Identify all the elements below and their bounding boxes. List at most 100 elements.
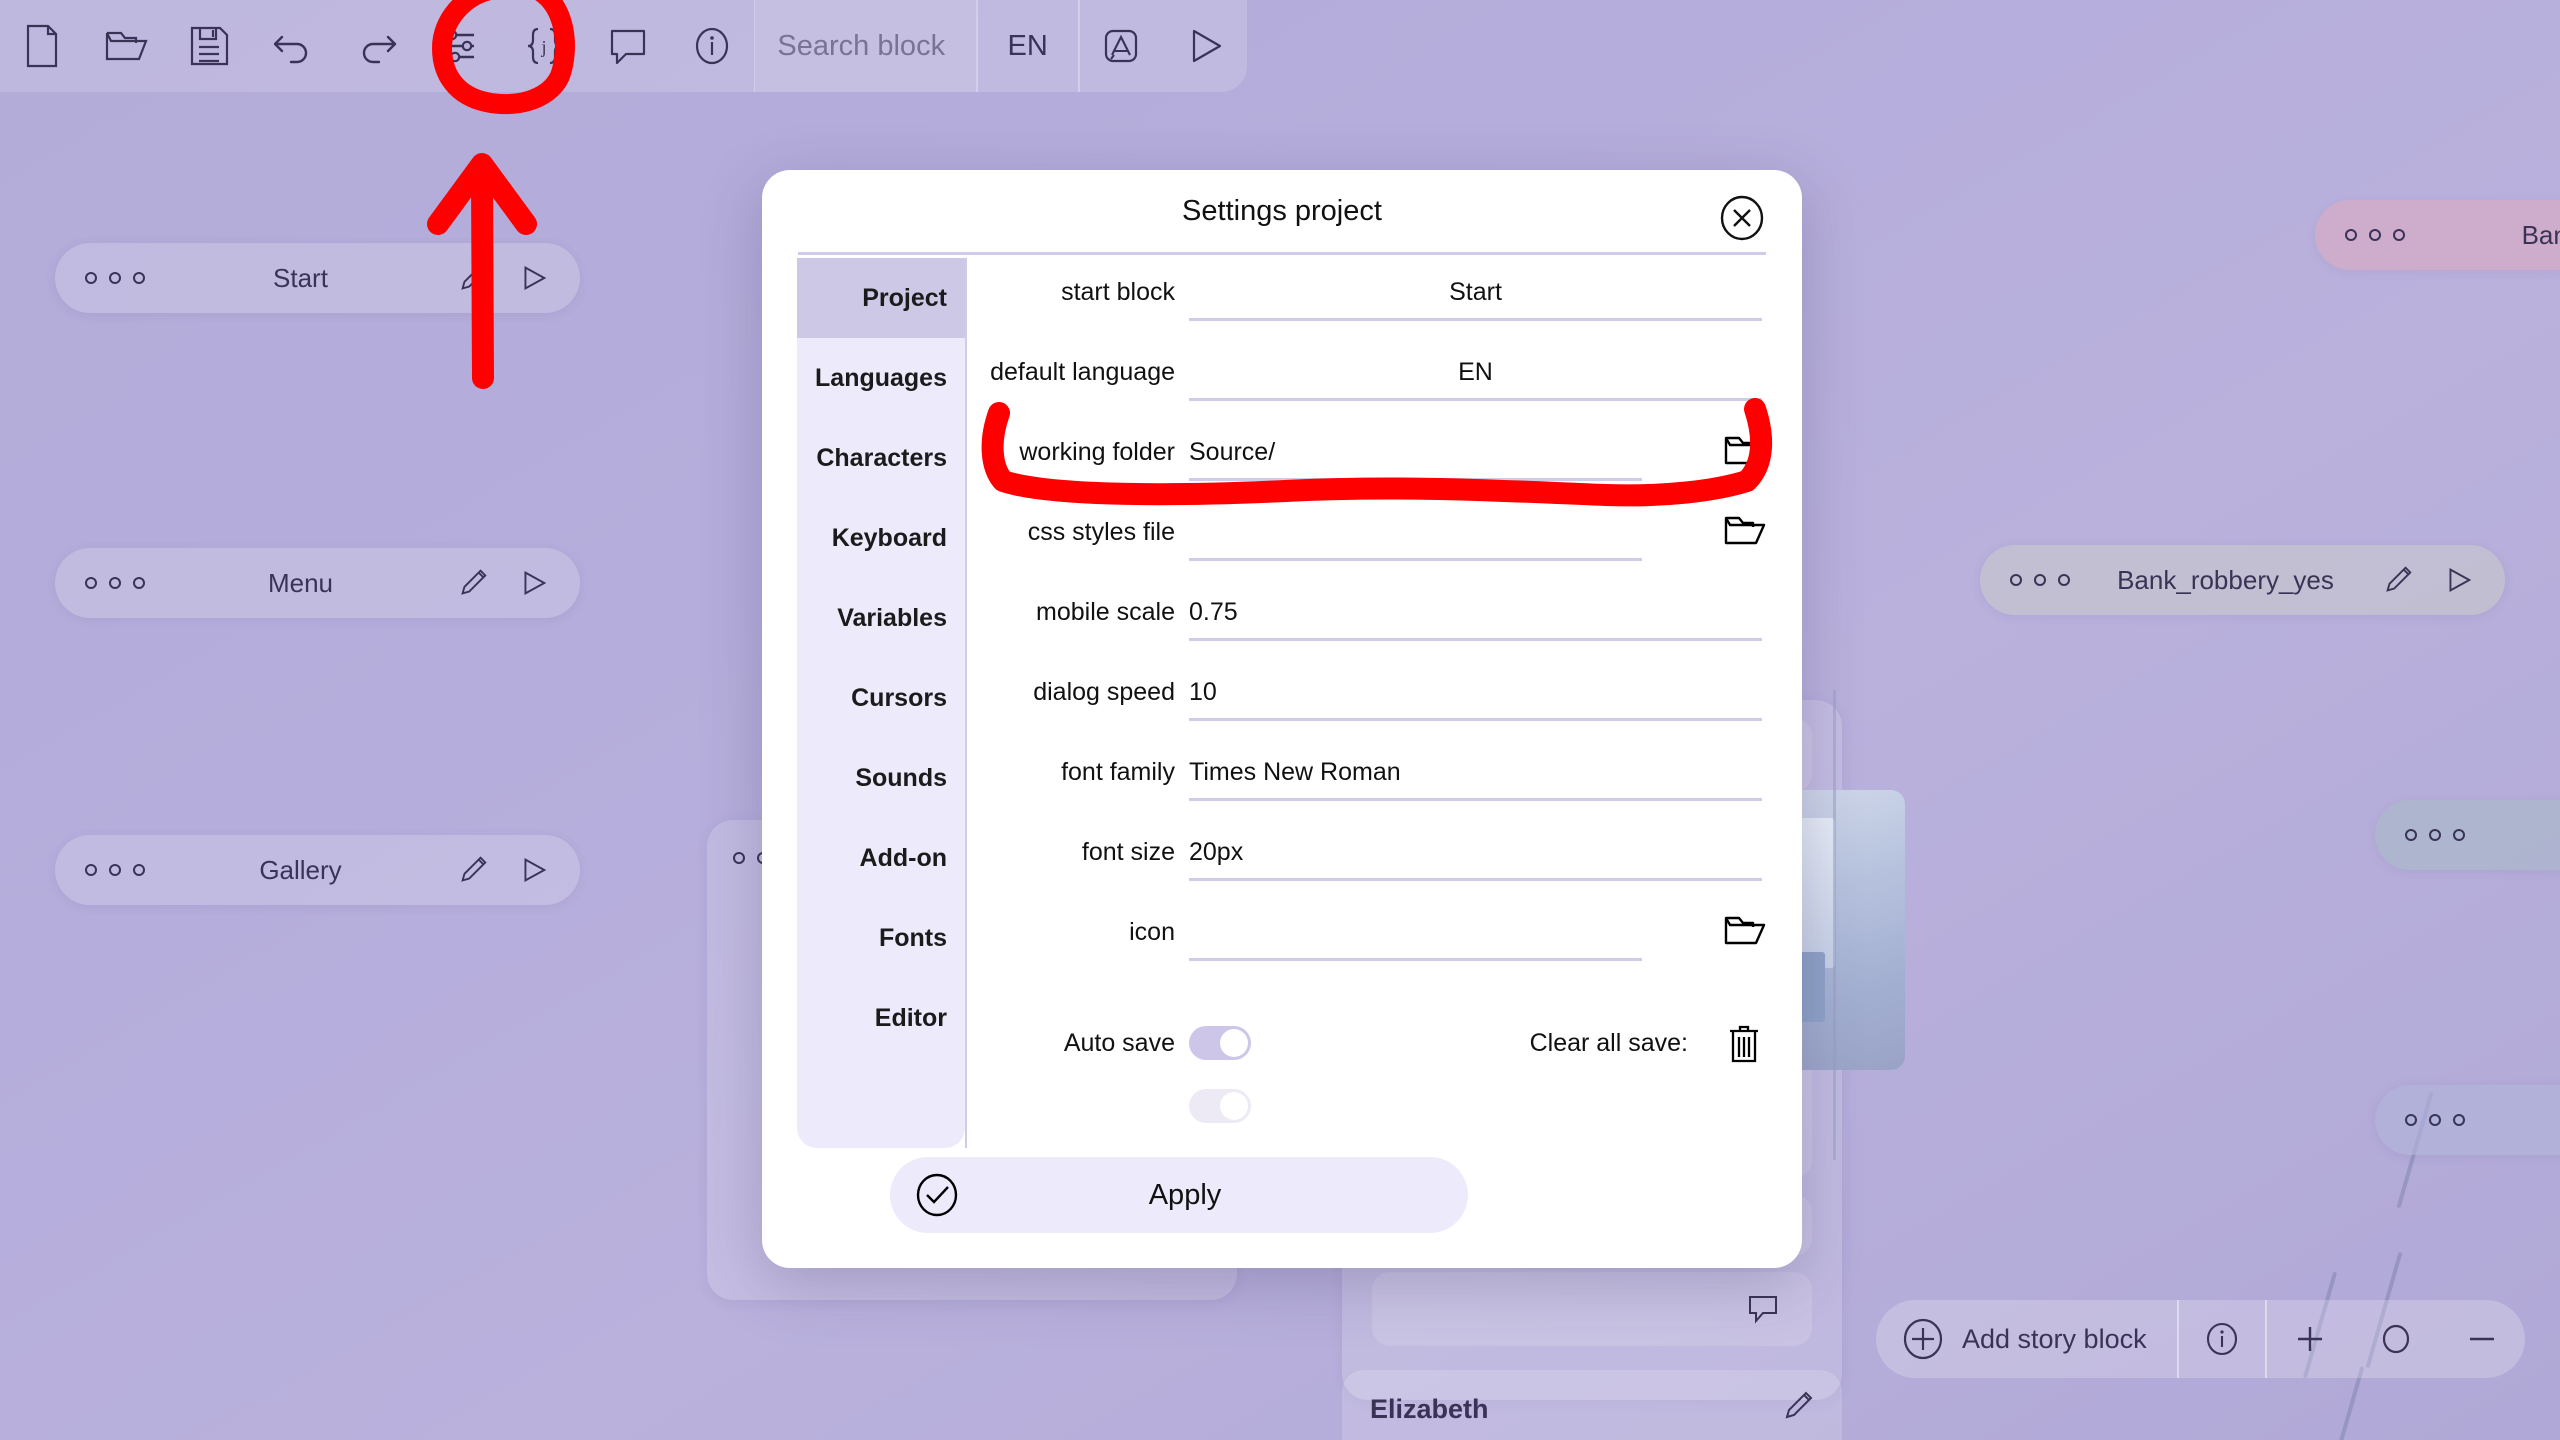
new-file-icon[interactable]: [0, 0, 84, 92]
block-title: Bank_ro: [2521, 219, 2560, 250]
field-label: font size: [1081, 838, 1175, 866]
play-arrow-icon[interactable]: [2441, 563, 2475, 597]
language-selector[interactable]: EN: [978, 0, 1078, 92]
settings-tab-fonts[interactable]: Fonts: [797, 898, 965, 978]
json-braces-icon[interactable]: j: [502, 0, 586, 92]
field-label: mobile scale: [1036, 598, 1175, 626]
tab-label: Cursors: [851, 683, 947, 712]
settings-tab-keyboard[interactable]: Keyboard: [797, 498, 965, 578]
play-arrow-icon[interactable]: [516, 853, 550, 887]
story-block-menu[interactable]: Menu: [55, 548, 580, 618]
play-arrow-icon[interactable]: [516, 566, 550, 600]
field-value[interactable]: Times New Roman: [1189, 738, 1762, 787]
add-story-block-button[interactable]: Add story block: [1876, 1300, 2177, 1378]
tab-label: Fonts: [878, 923, 947, 952]
panel-right-row[interactable]: [1372, 1272, 1812, 1346]
close-icon[interactable]: [1716, 192, 1768, 244]
trash-delete-icon[interactable]: [1726, 1021, 1762, 1065]
export-icon[interactable]: [1080, 0, 1164, 92]
block-title: Menu: [267, 567, 334, 598]
tab-label: Keyboard: [831, 523, 947, 552]
block-title: Bank_robbery_yes: [2117, 564, 2334, 595]
dialog-title: Settings project: [1182, 194, 1382, 227]
field-value[interactable]: EN: [1189, 338, 1762, 387]
info-icon[interactable]: [670, 0, 754, 92]
font-size-field: font size 20px: [967, 818, 1802, 898]
story-block-start[interactable]: Start: [55, 243, 580, 313]
save-icon[interactable]: [167, 0, 251, 92]
pencil-edit-icon[interactable]: [2381, 563, 2415, 597]
field-underline: [1189, 878, 1762, 881]
block-title: B: [2465, 1105, 2560, 1136]
settings-tab-project[interactable]: Project: [797, 258, 965, 338]
open-folder-icon[interactable]: [84, 0, 168, 92]
browse-folder-icon[interactable]: [1722, 906, 1770, 954]
character-row-elizabeth[interactable]: Elizabeth: [1342, 1370, 1842, 1440]
settings-tab-sounds[interactable]: Sounds: [797, 738, 965, 818]
field-underline: [1189, 318, 1762, 321]
start-block-field: start block Start: [967, 258, 1802, 338]
zoom-in-icon[interactable]: [2267, 1300, 2353, 1378]
field-value[interactable]: Source/: [1189, 418, 1762, 467]
apply-button[interactable]: Apply: [890, 1157, 1468, 1233]
field-underline: [1189, 798, 1762, 801]
field-label: css styles file: [1027, 518, 1175, 546]
settings-tab-variables[interactable]: Variables: [797, 578, 965, 658]
play-arrow-icon[interactable]: [1163, 0, 1247, 92]
story-block-bank-robbery[interactable]: Bank_ro: [2315, 200, 2560, 270]
pencil-edit-icon[interactable]: [456, 566, 490, 600]
field-label: font family: [1061, 758, 1175, 786]
browse-folder-icon[interactable]: [1722, 426, 1770, 474]
story-block-partial-3[interactable]: Ba: [2375, 800, 2560, 870]
field-value[interactable]: 10: [1189, 658, 1762, 707]
info-icon[interactable]: [2179, 1300, 2265, 1378]
field-underline: [1189, 558, 1642, 561]
block-menu-dots-icon[interactable]: [85, 864, 145, 876]
pencil-edit-icon[interactable]: [456, 261, 490, 295]
comment-icon[interactable]: [586, 0, 670, 92]
play-arrow-icon[interactable]: [516, 261, 550, 295]
css-styles-file-field: css styles file: [967, 498, 1802, 578]
story-block-partial-4[interactable]: B: [2375, 1085, 2560, 1155]
undo-icon[interactable]: [251, 0, 335, 92]
story-block-gallery[interactable]: Gallery: [55, 835, 580, 905]
clipped-next-row: [967, 1086, 1802, 1126]
story-block-bank-robbery-yes[interactable]: Bank_robbery_yes: [1980, 545, 2505, 615]
search-input[interactable]: Search block: [755, 0, 976, 92]
block-menu-dots-icon[interactable]: [2405, 1114, 2465, 1126]
pencil-edit-icon[interactable]: [1780, 1388, 1816, 1424]
character-name: Elizabeth: [1370, 1394, 1489, 1424]
field-underline: [1189, 638, 1762, 641]
zoom-out-icon[interactable]: [2439, 1300, 2525, 1378]
settings-tab-cursors[interactable]: Cursors: [797, 658, 965, 738]
settings-form: start block Start default language EN wo…: [965, 258, 1802, 1148]
settings-tab-characters[interactable]: Characters: [797, 418, 965, 498]
block-menu-dots-icon[interactable]: [85, 577, 145, 589]
auto-save-toggle[interactable]: [1189, 1026, 1251, 1060]
block-menu-dots-icon[interactable]: [85, 272, 145, 284]
clipped-row-label: [967, 1092, 1189, 1121]
block-menu-dots-icon[interactable]: [2405, 829, 2465, 841]
field-value[interactable]: [1189, 498, 1762, 518]
block-menu-dots-icon[interactable]: [2010, 574, 2070, 586]
field-value[interactable]: 20px: [1189, 818, 1762, 867]
redo-icon[interactable]: [335, 0, 419, 92]
dialog-title-divider: [798, 252, 1766, 255]
field-value[interactable]: [1189, 898, 1762, 918]
auto-save-row: Auto save Clear all save:: [967, 1000, 1802, 1086]
zoom-reset-circle-icon[interactable]: [2353, 1300, 2439, 1378]
clipped-toggle[interactable]: [1189, 1089, 1251, 1123]
block-title: Start: [273, 262, 328, 293]
comment-icon: [1746, 1294, 1780, 1324]
add-story-block-label: Add story block: [1962, 1323, 2147, 1354]
settings-tab-editor[interactable]: Editor: [797, 978, 965, 1058]
settings-sliders-icon[interactable]: [419, 0, 503, 92]
settings-tab-addon[interactable]: Add-on: [797, 818, 965, 898]
settings-tab-languages[interactable]: Languages: [797, 338, 965, 418]
pencil-edit-icon[interactable]: [456, 853, 490, 887]
field-underline: [1189, 398, 1762, 401]
field-value[interactable]: 0.75: [1189, 578, 1762, 627]
block-menu-dots-icon[interactable]: [2345, 229, 2405, 241]
browse-folder-icon[interactable]: [1722, 506, 1770, 554]
field-value[interactable]: Start: [1189, 258, 1762, 307]
